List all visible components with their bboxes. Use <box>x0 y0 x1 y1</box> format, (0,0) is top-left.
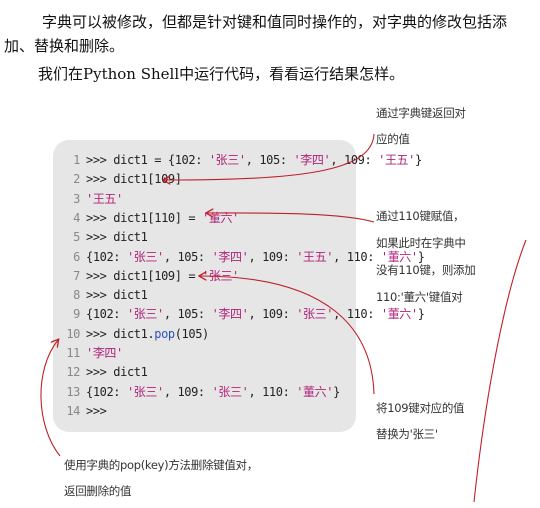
arrow-pop-method <box>40 340 61 457</box>
arrow-replace-value <box>200 276 375 395</box>
arrow-add-key <box>207 213 375 223</box>
arrow-get-value <box>164 133 375 180</box>
continuation-line <box>473 239 527 503</box>
arrow-layer <box>40 133 527 503</box>
